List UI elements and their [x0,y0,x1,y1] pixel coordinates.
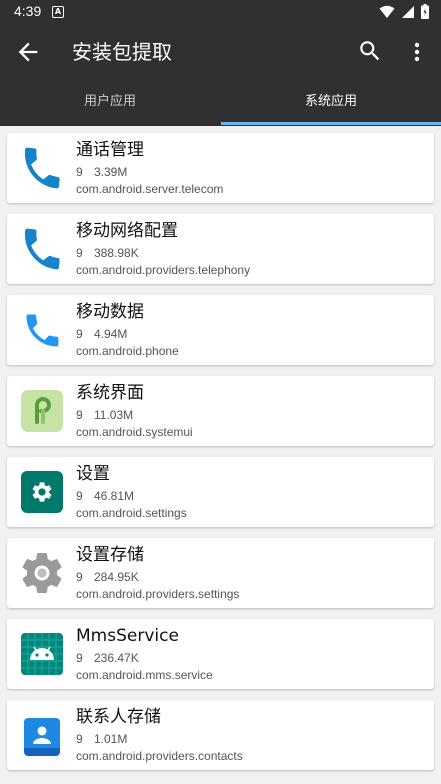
app-name: 设置 [76,464,110,484]
app-card[interactable]: 设置 9 46.81M com.android.settings [7,457,434,527]
back-button[interactable] [14,38,42,66]
app-meta: 9 284.95K [76,569,139,585]
search-icon [360,41,380,61]
app-package: com.android.systemui [76,425,193,439]
app-version: 9 [76,489,83,503]
android-robot-icon [17,629,67,679]
page-title: 安装包提取 [72,40,172,64]
app-version: 9 [76,165,83,179]
signal-icon [402,5,414,18]
app-card[interactable]: 设置存储 9 284.95K com.android.providers.sett… [7,538,434,608]
app-size: 236.47K [94,651,139,665]
app-name: 移动网络配置 [76,221,178,241]
app-version: 9 [76,732,83,746]
tab-bar: 用户应用 系统应用 [0,80,441,126]
gray-gear-icon [17,548,67,598]
app-package: com.android.providers.settings [76,587,240,601]
app-meta: 9 1.01M [76,731,127,747]
app-meta: 9 4.94M [76,326,127,342]
app-version: 9 [76,327,83,341]
app-card[interactable]: 移动网络配置 9 388.98K com.android.providers.te… [7,214,434,284]
app-package: com.android.providers.telephony [76,263,251,277]
app-name: MmsService [76,626,179,646]
app-name: 联系人存储 [76,707,161,727]
app-size: 284.95K [94,570,139,584]
settings-gear-icon [17,467,67,517]
status-bar: 4:39 A [0,0,441,24]
app-version: 9 [76,246,83,260]
android-p-icon [17,386,67,436]
app-card[interactable]: 移动数据 9 4.94M com.android.phone [7,295,434,365]
wifi-icon [379,5,395,18]
app-package: com.android.settings [76,506,187,520]
app-card[interactable]: 通话管理 9 3.39M com.android.server.telecom [7,133,434,203]
app-size: 1.01M [94,732,128,746]
app-version: 9 [76,570,83,584]
tab-indicator [221,122,441,125]
app-size: 3.39M [94,165,128,179]
tab-user-apps[interactable]: 用户应用 [0,80,220,126]
more-options-button[interactable] [405,38,429,66]
app-name: 通话管理 [76,140,144,160]
app-package: com.android.server.telecom [76,182,224,196]
app-size: 4.94M [94,327,128,341]
app-version: 9 [76,408,83,422]
app-version: 9 [76,651,83,665]
phone-flat-icon [17,305,67,355]
app-package: com.android.mms.service [76,668,213,682]
tab-system-apps[interactable]: 系统应用 [221,80,441,126]
status-time: 4:39 [14,3,42,19]
search-button[interactable] [357,38,385,66]
app-size: 388.98K [94,246,139,260]
arrow-back-icon [18,42,38,62]
battery-icon [421,4,429,19]
app-name: 系统界面 [76,383,144,403]
app-package: com.android.phone [76,344,179,358]
more-vert-icon [414,42,420,62]
app-name: 设置存储 [76,545,144,565]
status-icons [379,4,429,19]
notification-icon: A [52,6,64,18]
app-meta: 9 46.81M [76,488,134,504]
app-card[interactable]: 系统界面 9 11.03M com.android.systemui [7,376,434,446]
app-bar: 安装包提取 [0,24,441,80]
contacts-icon [17,710,67,760]
app-card[interactable]: MmsService 9 236.47K com.android.mms.serv… [7,619,434,689]
phone-icon [17,143,67,193]
phone-icon [17,224,67,274]
app-meta: 9 388.98K [76,245,139,261]
app-size: 11.03M [94,408,134,422]
app-meta: 9 11.03M [76,407,133,423]
app-name: 移动数据 [76,302,144,322]
app-size: 46.81M [94,489,135,503]
app-package: com.android.providers.contacts [76,749,243,763]
app-meta: 9 236.47K [76,650,139,666]
app-meta: 9 3.39M [76,164,127,180]
app-card[interactable]: 联系人存储 9 1.01M com.android.providers.conta… [7,700,434,770]
